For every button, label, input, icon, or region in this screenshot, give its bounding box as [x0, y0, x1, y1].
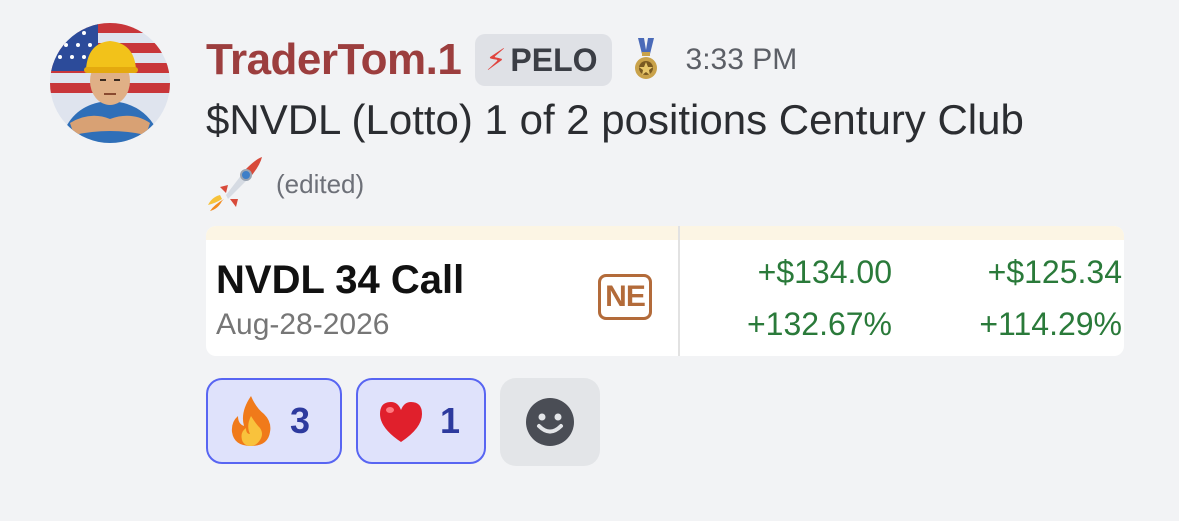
guild-tag-text: PELO [510, 41, 598, 78]
card-top-band [206, 226, 1124, 240]
card-divider [678, 226, 680, 356]
message-line-2: (edited) [206, 154, 364, 214]
timestamp: 3:33 PM [685, 43, 798, 76]
contract-name: NVDL 34 Call [216, 258, 465, 302]
message-header: TraderTom.1 ⚡ PELO 3:33 PM [206, 30, 797, 90]
heart-icon [380, 402, 422, 442]
reaction-count-fire: 3 [290, 400, 311, 441]
reaction-heart[interactable]: 1 [356, 378, 486, 464]
username[interactable]: TraderTom.1 [206, 35, 462, 85]
pnl-percent-2: +114.29% [979, 306, 1122, 342]
avatar[interactable] [50, 23, 170, 143]
add-reaction-button[interactable] [500, 378, 600, 466]
reaction-count-heart: 1 [440, 400, 461, 441]
expiry-date: Aug-28-2026 [216, 308, 390, 341]
smiley-icon [526, 398, 574, 446]
pnl-percent-1: +132.67% [746, 306, 892, 342]
message-text: $NVDL (Lotto) 1 of 2 positions Century C… [206, 96, 1024, 143]
lightning-icon: ⚡ [485, 43, 507, 77]
rocket-icon [208, 157, 262, 211]
reactions-bar: 3 1 [206, 378, 600, 466]
guild-tag[interactable]: ⚡ PELO [475, 34, 612, 86]
edited-label: (edited) [276, 168, 365, 199]
reaction-fire[interactable]: 3 [206, 378, 342, 464]
trade-card[interactable]: NVDL 34 Call Aug-28-2026 NE +$134.00 +13… [206, 226, 1124, 356]
pnl-dollar-1: +$134.00 [757, 254, 892, 290]
medal-icon[interactable] [630, 38, 662, 82]
pnl-dollar-2: +$125.34 [987, 254, 1122, 290]
ne-badge: NE [598, 274, 652, 320]
fire-icon [231, 396, 271, 446]
